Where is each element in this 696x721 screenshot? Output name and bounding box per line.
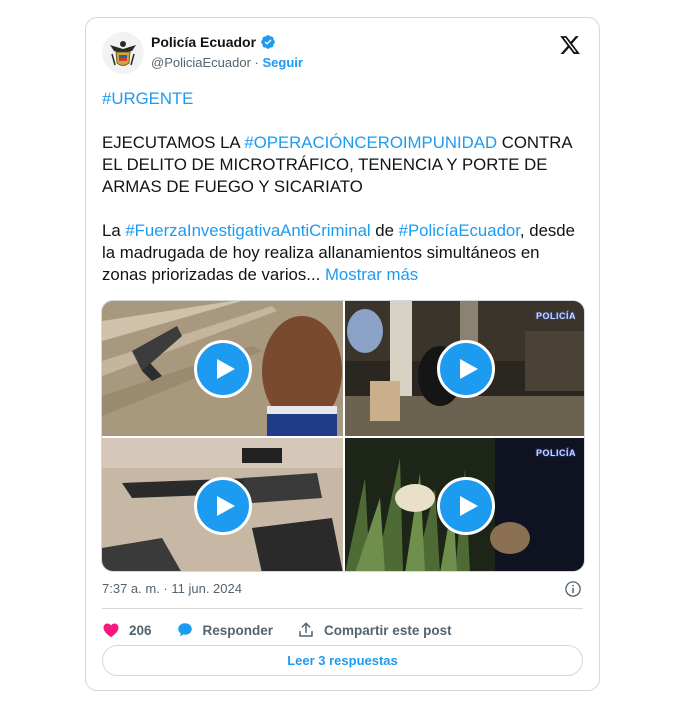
share-button[interactable]: Compartir este post — [297, 621, 452, 639]
play-button[interactable] — [436, 339, 495, 398]
video-thumbnail-4[interactable]: POLICÍA — [345, 438, 584, 571]
avatar[interactable] — [102, 32, 144, 74]
name-row: Policía Ecuador — [151, 34, 276, 50]
show-more-link[interactable]: Mostrar más — [325, 265, 418, 284]
timestamp[interactable]: 7:37 a. m. · 11 jun. 2024 — [102, 581, 242, 596]
read-replies-button[interactable]: Leer 3 respuestas — [102, 645, 583, 676]
police-watermark: POLICÍA — [535, 448, 576, 458]
tweet-text: #URGENTE EJECUTAMOS LA #OPERACIÓNCEROIMP… — [102, 88, 588, 286]
play-button[interactable] — [436, 476, 495, 535]
play-icon — [459, 495, 478, 516]
reply-button[interactable]: Responder — [176, 621, 274, 639]
like-button[interactable]: 206 — [102, 621, 152, 639]
account-name[interactable]: Policía Ecuador — [151, 34, 256, 50]
hashtag-urgente[interactable]: #URGENTE — [102, 89, 193, 108]
text-segment: EJECUTAMOS LA — [102, 133, 245, 152]
play-button[interactable] — [193, 476, 252, 535]
embedded-tweet-card: Policía Ecuador @PoliciaEcuador · Seguir… — [85, 17, 600, 691]
video-thumbnail-2[interactable]: POLICÍA — [345, 301, 584, 436]
hashtag-fuerza-investigativa[interactable]: #FuerzaInvestigativaAntiCriminal — [125, 221, 370, 240]
police-crest-icon — [102, 32, 144, 74]
hashtag-policia-ecuador[interactable]: #PolicíaEcuador — [399, 221, 520, 240]
play-icon — [216, 495, 235, 516]
share-label: Compartir este post — [324, 622, 452, 638]
video-thumbnail-1[interactable] — [102, 301, 343, 436]
video-thumbnail-3[interactable] — [102, 438, 343, 571]
heart-icon — [103, 623, 119, 638]
hashtag-operacion[interactable]: #OPERACIÓNCEROIMPUNIDAD — [244, 133, 497, 152]
chat-bubble-icon — [177, 623, 192, 637]
play-icon — [459, 358, 478, 379]
divider — [102, 608, 583, 609]
play-icon — [216, 358, 235, 379]
action-bar: 206 Responder Compartir este post — [102, 619, 476, 641]
account-handle[interactable]: @PoliciaEcuador — [151, 55, 251, 70]
handle-row: @PoliciaEcuador · Seguir — [151, 55, 303, 70]
info-icon[interactable] — [564, 580, 582, 598]
play-button[interactable] — [193, 339, 252, 398]
x-logo-icon[interactable] — [559, 34, 581, 56]
text-segment: La — [102, 221, 126, 240]
police-watermark: POLICÍA — [535, 311, 576, 321]
verified-badge-icon — [261, 35, 275, 49]
like-count: 206 — [129, 622, 152, 638]
media-grid: POLICÍA POLICÍA — [101, 300, 585, 572]
text-segment: de — [370, 221, 399, 240]
tweet-header: Policía Ecuador @PoliciaEcuador · Seguir — [102, 32, 585, 76]
follow-button[interactable]: Seguir — [263, 55, 303, 70]
reply-label: Responder — [202, 622, 274, 638]
share-icon — [299, 622, 313, 637]
separator-dot: · — [254, 55, 259, 70]
